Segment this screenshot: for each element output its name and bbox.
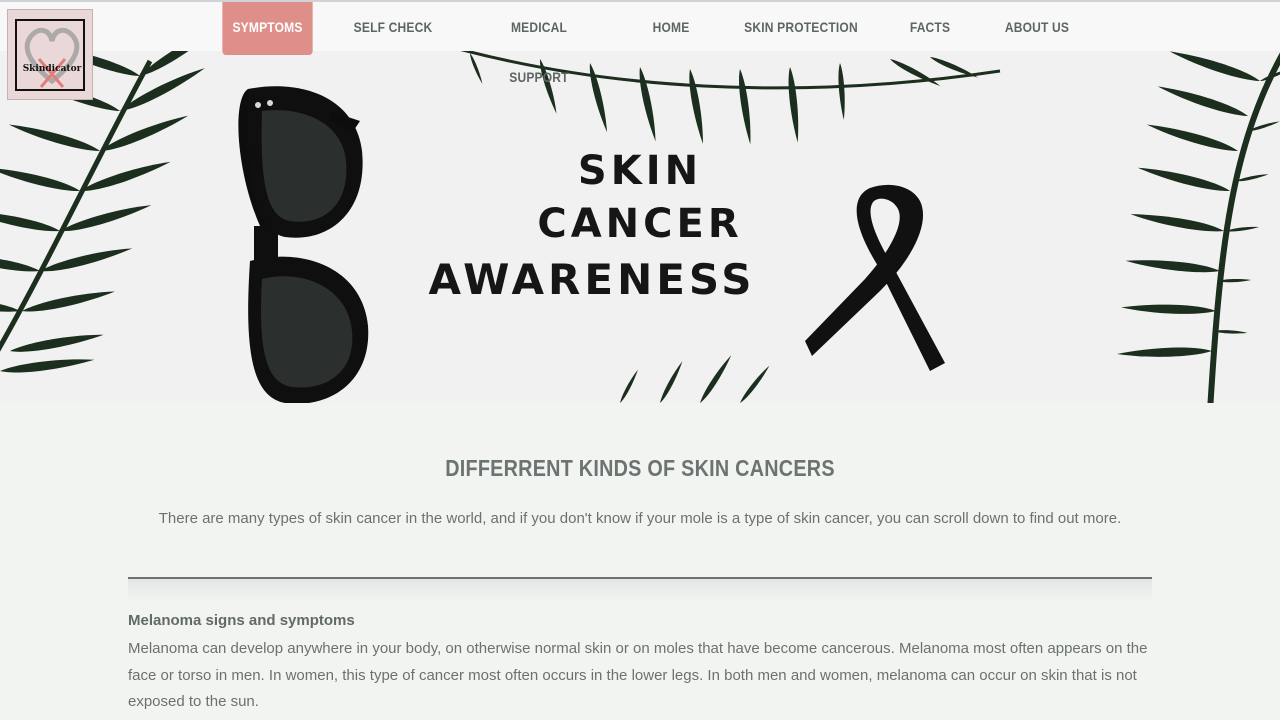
- logo-text: Skindicator: [22, 64, 82, 74]
- nav-symptoms[interactable]: SYMPTOMS: [222, 2, 313, 55]
- divider-shadow: [128, 579, 1152, 601]
- nav-medical-support[interactable]: MEDICAL SUPPORT: [480, 2, 599, 85]
- nav-self-check[interactable]: SELF CHECK: [352, 2, 435, 55]
- heart-ribbon-icon: [24, 27, 80, 88]
- nav-skin-protection[interactable]: SKIN PROTECTION: [742, 2, 861, 55]
- nav-about-us[interactable]: ABOUT US: [1001, 2, 1073, 55]
- nav-home[interactable]: HOME: [644, 2, 697, 55]
- site-logo[interactable]: Skindicator: [7, 9, 93, 100]
- page-title: DIFFERRENT KINDS OF SKIN CANCERS: [445, 455, 835, 481]
- hero-line-awareness: AWARENESS: [428, 255, 756, 304]
- hero-line-cancer: CANCER: [537, 201, 743, 247]
- melanoma-heading: Melanoma signs and symptoms: [128, 612, 355, 629]
- hero-line-skin: SKIN: [577, 148, 703, 194]
- nav-facts[interactable]: FACTS: [904, 2, 956, 55]
- intro-text: There are many types of skin cancer in t…: [158, 510, 1122, 527]
- hero-banner: SKIN CANCER AWARENESS: [0, 51, 1280, 403]
- top-navbar: SYMPTOMS SELF CHECK MEDICAL SUPPORT HOME…: [0, 0, 1280, 85]
- melanoma-paragraph: Melanoma can develop anywhere in your bo…: [128, 640, 1148, 710]
- fern-bottom-icon: [617, 354, 772, 403]
- logo-frame: Skindicator: [15, 19, 85, 91]
